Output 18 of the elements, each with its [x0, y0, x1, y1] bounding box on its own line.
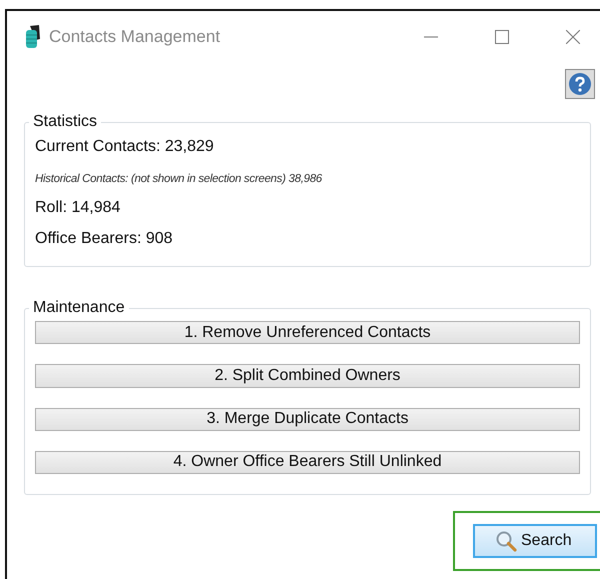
statistic-text: Roll: 14,984	[35, 198, 122, 218]
group-title: Maintenance	[32, 299, 126, 317]
help-icon	[569, 73, 591, 95]
maintenance-button[interactable]: 4. Owner Office Bearers Still Unlinked	[35, 450, 580, 474]
close-icon[interactable]	[566, 30, 580, 44]
maintenance-button[interactable]: 1. Remove Unreferenced Contacts	[35, 321, 580, 344]
search-button[interactable]: Search	[473, 524, 597, 558]
help-button[interactable]	[565, 69, 595, 99]
maximize-icon[interactable]	[495, 30, 509, 44]
maintenance-button[interactable]: 2. Split Combined Owners	[35, 364, 580, 388]
statistic-text: Current Contacts: 23,829	[35, 137, 215, 157]
window-title: Contacts Management	[49, 27, 220, 47]
statistic-text: Office Bearers: 908	[35, 229, 174, 249]
maintenance-button[interactable]: 3. Merge Duplicate Contacts	[35, 408, 580, 431]
app-icon	[25, 25, 41, 49]
group-title: Statistics	[32, 113, 98, 131]
search-icon	[495, 530, 517, 552]
statistic-note: Historical Contacts: (not shown in selection screens) 38,986	[35, 172, 323, 187]
